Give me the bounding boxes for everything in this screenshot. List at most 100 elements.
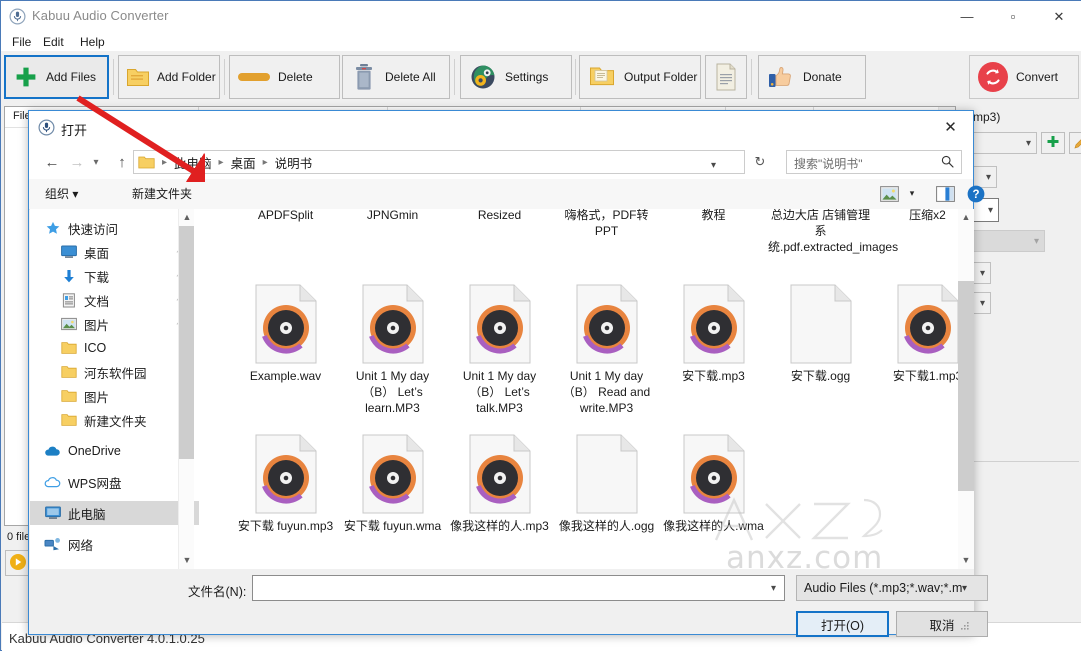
filename-input[interactable]: ▾: [252, 575, 785, 601]
sidebar-item-new-folder[interactable]: 新建文件夹: [30, 408, 199, 432]
sidebar-item-pictures-folder[interactable]: 图片: [30, 384, 199, 408]
settings-button[interactable]: Settings: [460, 55, 572, 99]
dialog-main: 快速访问 桌面 下载 文档 图片 ICO 河东软件园 图片 新建文件夹 OneD…: [30, 209, 974, 569]
breadcrumb-separator: ▸: [218, 156, 224, 168]
sidebar-item-downloads[interactable]: 下载: [30, 264, 199, 288]
delete-button[interactable]: Delete: [229, 55, 340, 99]
dialog-sidebar[interactable]: 快速访问 桌面 下载 文档 图片 ICO 河东软件园 图片 新建文件夹 OneD…: [30, 209, 200, 569]
folder-label[interactable]: APDFSplit: [233, 209, 338, 223]
blank-file-icon: [790, 284, 852, 364]
file-grid-scrollbar[interactable]: ▲ ▼: [958, 209, 974, 569]
scroll-down-icon[interactable]: ▼: [179, 552, 195, 569]
sidebar-item-ico[interactable]: ICO: [30, 336, 199, 360]
scroll-up-icon[interactable]: ▲: [179, 209, 195, 226]
trash-icon: [343, 63, 385, 91]
file-item[interactable]: 安下载.mp3: [661, 284, 766, 384]
scrollbar-thumb[interactable]: [179, 226, 194, 459]
output-folder-button[interactable]: Output Folder: [579, 55, 701, 99]
scroll-down-icon[interactable]: ▼: [958, 552, 974, 569]
resize-grip[interactable]: [959, 620, 970, 631]
file-item[interactable]: Unit 1 My day（B） Let’s learn.MP3: [340, 284, 445, 416]
new-folder-button[interactable]: 新建文件夹: [132, 185, 192, 202]
plus-icon: [1046, 135, 1060, 152]
add-profile-button[interactable]: [1041, 132, 1065, 154]
file-item[interactable]: 安下载 fuyun.mp3: [233, 434, 338, 534]
preview-pane-icon[interactable]: [935, 185, 955, 202]
file-item[interactable]: Example.wav: [233, 284, 338, 384]
sidebar-item-pictures[interactable]: 图片: [30, 312, 199, 336]
folder-label[interactable]: Resized: [447, 209, 552, 223]
minimize-button[interactable]: —: [944, 1, 990, 32]
up-button[interactable]: ↑: [110, 150, 134, 174]
sidebar-item-hedong[interactable]: 河东软件园: [30, 360, 199, 384]
breadcrumb-item-1[interactable]: 桌面: [229, 153, 258, 172]
sidebar-scrollbar[interactable]: ▲ ▼: [178, 209, 194, 569]
chevron-down-icon: ▾: [1025, 137, 1031, 149]
donate-label: Donate: [803, 70, 842, 84]
convert-button[interactable]: Convert: [969, 55, 1079, 99]
edit-profile-button[interactable]: [1069, 132, 1081, 154]
file-item[interactable]: 安下载 fuyun.wma: [340, 434, 445, 534]
donate-button[interactable]: Donate: [758, 55, 866, 99]
recent-locations-button[interactable]: ▾: [88, 150, 104, 174]
download-icon: [60, 268, 77, 284]
chevron-down-icon[interactable]: ▾: [771, 583, 776, 594]
breadcrumb-item-2[interactable]: 说明书: [273, 153, 315, 172]
cancel-button[interactable]: 取消: [896, 611, 988, 637]
open-button[interactable]: 打开(O): [796, 611, 889, 637]
convert-label: Convert: [1016, 70, 1059, 84]
plus-icon: [6, 65, 46, 89]
toolbar-separator: [454, 59, 455, 95]
file-item[interactable]: Unit 1 My day（B） Read and write.MP3: [554, 284, 659, 416]
folder-label[interactable]: 嗨格式，PDF转PPT: [554, 209, 659, 239]
add-folder-button[interactable]: Add Folder: [118, 55, 220, 99]
sidebar-item-documents[interactable]: 文档: [30, 288, 199, 312]
breadcrumb-item-0[interactable]: 此电脑: [172, 153, 214, 172]
file-type-filter-combo[interactable]: Audio Files (*.mp3;*.wav;*.m4 ▾: [796, 575, 988, 601]
watermark-text: anxz.com: [726, 540, 884, 569]
file-item[interactable]: 像我这样的人.wma: [661, 434, 766, 534]
breadcrumb[interactable]: ▸ 此电脑 ▸ 桌面 ▸ 说明书 ▾: [133, 150, 745, 174]
menu-edit[interactable]: Edit: [38, 34, 69, 50]
file-grid[interactable]: APDFSplit JPNGmin Resized 嗨格式，PDF转PPT 教程…: [199, 209, 974, 569]
dialog-close-button[interactable]: ✕: [928, 111, 973, 142]
sidebar-item-quick-access[interactable]: 快速访问: [30, 216, 199, 240]
sidebar-item-desktop[interactable]: 桌面: [30, 240, 199, 264]
maximize-button[interactable]: ▫: [990, 1, 1036, 32]
delete-all-button[interactable]: Delete All: [342, 55, 450, 99]
search-input[interactable]: 搜索"说明书": [786, 150, 962, 174]
menu-help[interactable]: Help: [75, 34, 110, 50]
file-item[interactable]: 像我这样的人.mp3: [447, 434, 552, 534]
forward-button[interactable]: →: [65, 150, 89, 174]
file-item[interactable]: Unit 1 My day（B） Let’s talk.MP3: [447, 284, 552, 416]
back-button[interactable]: ←: [40, 150, 64, 174]
file-item[interactable]: 像我这样的人.ogg: [554, 434, 659, 534]
dialog-commandbar: 组织 ▾ 新建文件夹 ▾ ?: [29, 179, 985, 210]
file-item[interactable]: 安下载.ogg: [768, 284, 873, 384]
sidebar-item-onedrive[interactable]: OneDrive: [30, 439, 199, 463]
organize-menu-button[interactable]: 组织 ▾: [45, 185, 78, 202]
chevron-down-icon[interactable]: ▾: [905, 185, 919, 202]
help-icon[interactable]: ?: [967, 185, 985, 203]
sidebar-item-wps-cloud[interactable]: WPS网盘: [30, 470, 199, 494]
view-mode-icon[interactable]: [879, 185, 899, 202]
sidebar-item-network[interactable]: 网络: [30, 532, 199, 556]
refresh-button[interactable]: ↻: [751, 153, 769, 171]
log-button[interactable]: [705, 55, 747, 99]
app-toolbar: Add Files Add Folder Delete Delete All S: [1, 51, 1081, 104]
audio-disc-icon: [576, 284, 638, 364]
sidebar-item-this-pc[interactable]: 此电脑: [30, 501, 199, 525]
filename-label: 文件名(N):: [188, 585, 247, 599]
scroll-up-icon[interactable]: ▲: [958, 209, 974, 226]
close-button[interactable]: ✕: [1036, 1, 1081, 32]
audio-disc-icon: [469, 434, 531, 514]
folder-label[interactable]: JPNGmin: [340, 209, 445, 223]
add-files-button[interactable]: Add Files: [4, 55, 109, 99]
chevron-down-icon[interactable]: ▾: [711, 160, 716, 171]
scrollbar-thumb[interactable]: [958, 281, 974, 491]
menu-file[interactable]: File: [7, 34, 36, 50]
folder-label[interactable]: 总边大店 店铺管理系统.pdf.extracted_images: [768, 209, 898, 255]
chevron-down-icon: ▾: [93, 156, 99, 168]
folder-label[interactable]: 教程: [661, 209, 766, 223]
refresh-icon: ↻: [754, 154, 766, 169]
